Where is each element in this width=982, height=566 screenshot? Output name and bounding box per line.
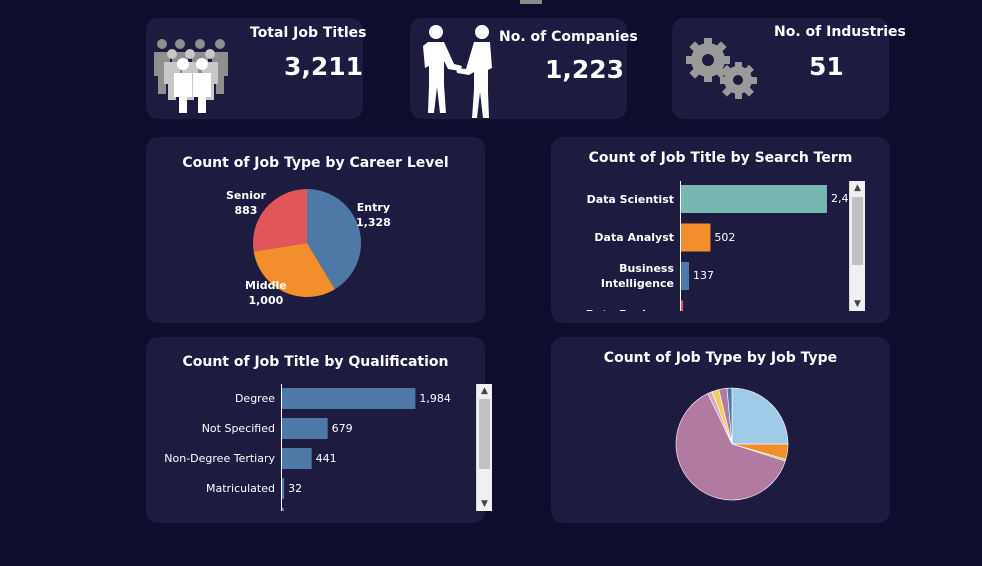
- scrollbar-thumb[interactable]: [479, 399, 490, 469]
- bar-value-label: 1,984: [419, 391, 451, 405]
- pie-label-entry: Entry 1,328: [356, 200, 391, 230]
- qualification-chart: Count of Job Title by Qualification Degr…: [146, 337, 492, 523]
- bar-data-scientist[interactable]: [681, 185, 827, 213]
- scroll-up-icon[interactable]: ▲: [850, 181, 865, 195]
- category-label: Non-Degree Tertiary: [164, 452, 275, 465]
- kpi-card-industries: No. of Industries 51: [672, 18, 906, 119]
- category-label: Degree: [234, 392, 275, 405]
- scroll-down-icon[interactable]: ▼: [850, 297, 865, 311]
- slice-name: Entry: [356, 201, 390, 214]
- bar-non-degree-tertiary[interactable]: [282, 448, 312, 469]
- kpi-title: Total Job Titles: [250, 25, 367, 41]
- search-term-scrollbar[interactable]: ▲ ▼: [849, 181, 865, 311]
- slice-name: Senior: [226, 189, 266, 202]
- bar-postgraduate[interactable]: [282, 508, 284, 511]
- scroll-up-icon[interactable]: ▲: [477, 384, 492, 398]
- bar-value-label: 32: [288, 481, 303, 495]
- chart-title: Count of Job Title by Qualification: [182, 354, 449, 370]
- kpi-value: 1,223: [545, 55, 625, 84]
- slice-value: 883: [234, 204, 258, 217]
- chart-title: Count of Job Title by Search Term: [588, 150, 853, 166]
- qualification-plot: Degree 1,984 Not Specified 679 Non-Degree Te…: [146, 384, 491, 511]
- pie-label-senior: Senior 883: [226, 188, 266, 218]
- job-type-chart: Count of Job Type by Job Type: [551, 337, 890, 523]
- bar-value-label: 679: [331, 421, 353, 435]
- bar-degree[interactable]: [282, 388, 416, 409]
- slice-value: 1,328: [356, 216, 391, 229]
- kpi-title: No. of Industries: [774, 24, 906, 40]
- bar-value-label: 137: [693, 269, 715, 282]
- bar-not-specified[interactable]: [282, 418, 328, 439]
- scroll-down-icon[interactable]: ▼: [477, 497, 492, 511]
- kpi-value: 3,211: [284, 52, 364, 81]
- category-label: Business Intelligence: [600, 262, 674, 290]
- search-term-plot: Data Scientist 2,490 Data Analyst 502 Busine…: [551, 181, 865, 311]
- job-type-pie: [675, 387, 789, 501]
- bar-data-engineer[interactable]: [681, 300, 684, 312]
- people-group-icon: [154, 39, 228, 113]
- bar-value-label: 441: [315, 451, 337, 465]
- kpi-card-job-titles: Total Job Titles 3,211: [146, 18, 367, 119]
- category-label: Not Specified: [201, 422, 275, 435]
- pie-label-middle: Middle 1,000: [245, 278, 287, 308]
- bar-matriculated[interactable]: [282, 478, 285, 499]
- bar-value-label: 502: [714, 230, 736, 244]
- kpi-card-companies: No. of Companies 1,223: [410, 18, 638, 119]
- category-label: Data Analyst: [594, 231, 674, 244]
- career-level-pie: [253, 189, 361, 297]
- gears-icon: [686, 38, 757, 99]
- top-handle: [520, 0, 542, 4]
- pie-slice-0[interactable]: [731, 387, 789, 445]
- slice-value: 1,000: [248, 294, 284, 307]
- category-label: Data Engineer: [586, 307, 674, 311]
- kpi-value: 51: [809, 52, 844, 81]
- handshake-icon: [423, 25, 492, 118]
- scrollbar-thumb[interactable]: [852, 197, 863, 265]
- career-level-chart: Count of Job Type by Career Level Entry …: [146, 137, 485, 323]
- search-term-chart: Count of Job Title by Search Term Data S…: [551, 137, 890, 323]
- category-label: Data Scientist: [586, 192, 674, 206]
- qualification-scrollbar[interactable]: ▲ ▼: [476, 384, 492, 511]
- kpi-title: No. of Companies: [499, 29, 638, 45]
- slice-name: Middle: [245, 279, 287, 292]
- bar-data-analyst[interactable]: [681, 223, 711, 252]
- category-label: Matriculated: [205, 482, 275, 495]
- bar-business-intelligence[interactable]: [681, 262, 690, 290]
